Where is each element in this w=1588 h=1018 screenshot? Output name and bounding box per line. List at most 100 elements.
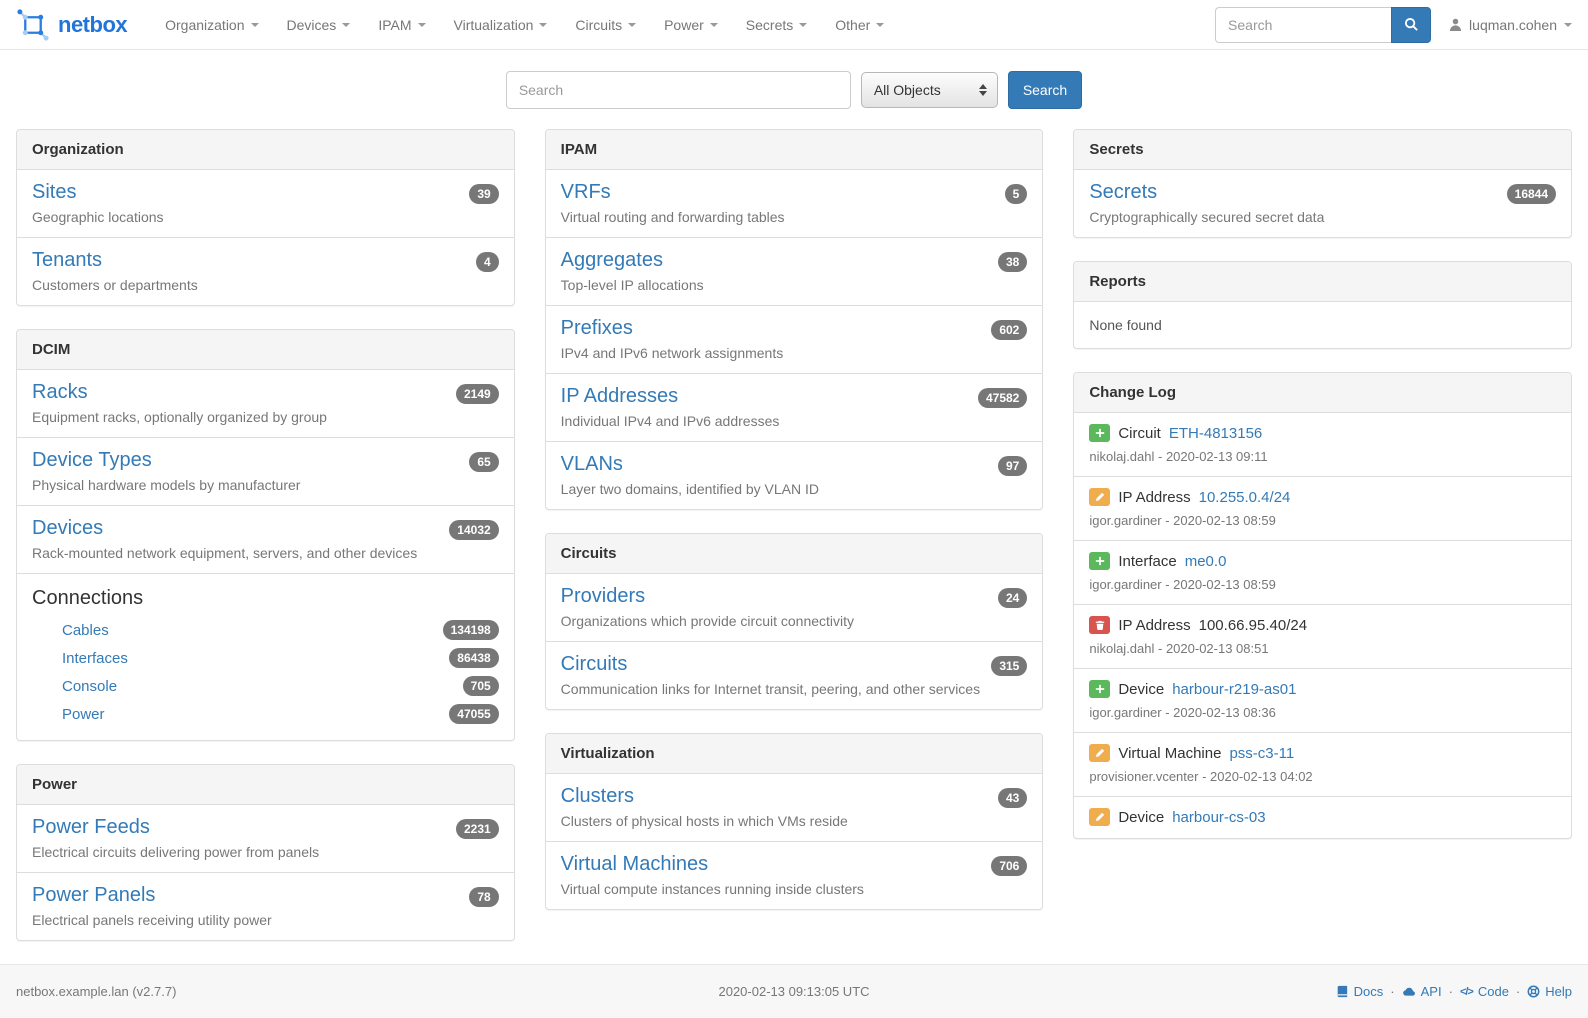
item-description: Equipment racks, optionally organized by… [32,409,499,425]
panel-virtualization: Virtualization 43 Clusters Clusters of p… [545,733,1044,910]
create-plus-icon [1089,552,1110,570]
count-badge: 24 [998,588,1027,608]
selected-scope: All Objects [874,82,941,98]
panel-title: Secrets [1074,130,1571,170]
cloud-icon [1402,985,1416,998]
docs-link[interactable]: Docs [1336,984,1384,999]
update-pencil-icon [1089,808,1110,826]
link-vrfs[interactable]: VRFs [561,181,611,203]
link-tenants[interactable]: Tenants [32,249,102,271]
navbar-search-input[interactable] [1215,7,1391,43]
panel-power: Power 2231 Power Feeds Electrical circui… [16,764,515,941]
separator: · [1516,984,1520,999]
chevron-down-icon [876,23,884,27]
navbar-search-button[interactable] [1391,7,1431,43]
nav-item-secrets[interactable]: Secrets [732,0,821,50]
link-clusters[interactable]: Clusters [561,785,634,807]
update-pencil-icon [1089,488,1110,506]
api-link[interactable]: API [1402,984,1442,999]
create-plus-icon [1089,680,1110,698]
column-middle: IPAM 5 VRFs Virtual routing and forwardi… [545,129,1044,933]
link-console[interactable]: Console [62,678,117,695]
list-item: 47582 IP Addresses Individual IPv4 and I… [546,373,1043,441]
chevron-down-icon [710,23,718,27]
chevron-down-icon [418,23,426,27]
count-badge: 43 [998,788,1027,808]
changelog-object-link[interactable]: ETH-4813156 [1169,425,1262,442]
search-scope-select[interactable]: All Objects [861,72,998,108]
code-link[interactable]: </> Code [1460,984,1509,999]
item-description: Virtual compute instances running inside… [561,881,1028,897]
link-virtual-machines[interactable]: Virtual Machines [561,853,708,875]
count-badge: 14032 [449,520,498,540]
object-type: Virtual Machine [1118,745,1221,762]
footer-hostname-version: netbox.example.lan (v2.7.7) [16,984,535,999]
user-icon [1449,18,1462,31]
nav-item-devices[interactable]: Devices [273,0,365,50]
link-prefixes[interactable]: Prefixes [561,317,633,339]
chevron-down-icon [539,23,547,27]
link-power[interactable]: Power [62,706,105,723]
search-input[interactable] [506,71,851,109]
link-secrets[interactable]: Secrets [1089,181,1157,203]
changelog-object-link[interactable]: me0.0 [1185,553,1227,570]
list-item: 14032 Devices Rack-mounted network equip… [17,505,514,573]
column-right: Secrets 16844 Secrets Cryptographically … [1073,129,1572,862]
panel-title: Organization [17,130,514,170]
netbox-brand[interactable]: netbox [16,8,127,42]
link-power-feeds[interactable]: Power Feeds [32,816,150,838]
link-interfaces[interactable]: Interfaces [62,650,128,667]
panel-title: IPAM [546,130,1043,170]
footer-timestamp: 2020-02-13 09:13:05 UTC [535,984,1054,999]
nav-item-power[interactable]: Power [650,0,732,50]
select-stepper-icon [979,84,987,96]
link-vlans[interactable]: VLANs [561,453,623,475]
connections-section: Connections Cables 134198 Interfaces 864… [17,573,514,740]
count-badge: 47055 [449,704,498,724]
count-badge: 16844 [1507,184,1556,204]
help-link[interactable]: Help [1527,984,1572,999]
chevron-down-icon [1564,23,1572,27]
object-type: Device [1118,681,1164,698]
list-item: 16844 Secrets Cryptographically secured … [1074,170,1571,237]
nav-item-ipam[interactable]: IPAM [364,0,439,50]
search-submit-button[interactable]: Search [1008,71,1082,109]
count-badge: 39 [469,184,498,204]
list-item: 24 Providers Organizations which provide… [546,574,1043,641]
list-item: 4 Tenants Customers or departments [17,237,514,305]
link-device-types[interactable]: Device Types [32,449,152,471]
link-ip-addresses[interactable]: IP Addresses [561,385,678,407]
count-badge: 602 [991,320,1027,340]
link-circuits[interactable]: Circuits [561,653,628,675]
changelog-object-link[interactable]: 10.255.0.4/24 [1199,489,1291,506]
item-description: Communication links for Internet transit… [561,681,1028,697]
changelog-object-link[interactable]: harbour-cs-03 [1172,809,1265,826]
object-type: Device [1118,809,1164,826]
create-plus-icon [1089,424,1110,442]
item-description: Geographic locations [32,209,499,225]
user-menu[interactable]: luqman.cohen [1449,17,1572,33]
link-racks[interactable]: Racks [32,381,88,403]
count-badge: 4 [476,252,499,272]
link-power-panels[interactable]: Power Panels [32,884,155,906]
link-aggregates[interactable]: Aggregates [561,249,663,271]
count-badge: 97 [998,456,1027,476]
link-cables[interactable]: Cables [62,622,109,639]
nav-item-virtualization[interactable]: Virtualization [440,0,562,50]
reports-empty-message: None found [1074,302,1571,348]
object-type: IP Address [1118,489,1190,506]
panel-ipam: IPAM 5 VRFs Virtual routing and forwardi… [545,129,1044,510]
nav-item-organization[interactable]: Organization [151,0,272,50]
changelog-object-link[interactable]: pss-c3-11 [1229,745,1294,762]
changelog-meta: nikolaj.dahl - 2020-02-13 09:11 [1089,449,1556,464]
link-providers[interactable]: Providers [561,585,645,607]
panel-dcim: DCIM 2149 Racks Equipment racks, optiona… [16,329,515,741]
changelog-object-link[interactable]: harbour-r219-as01 [1172,681,1296,698]
nav-item-circuits[interactable]: Circuits [561,0,650,50]
nav-item-other[interactable]: Other [821,0,898,50]
count-badge: 38 [998,252,1027,272]
link-devices[interactable]: Devices [32,517,103,539]
object-type: Circuit [1118,425,1161,442]
link-sites[interactable]: Sites [32,181,76,203]
chevron-down-icon [342,23,350,27]
